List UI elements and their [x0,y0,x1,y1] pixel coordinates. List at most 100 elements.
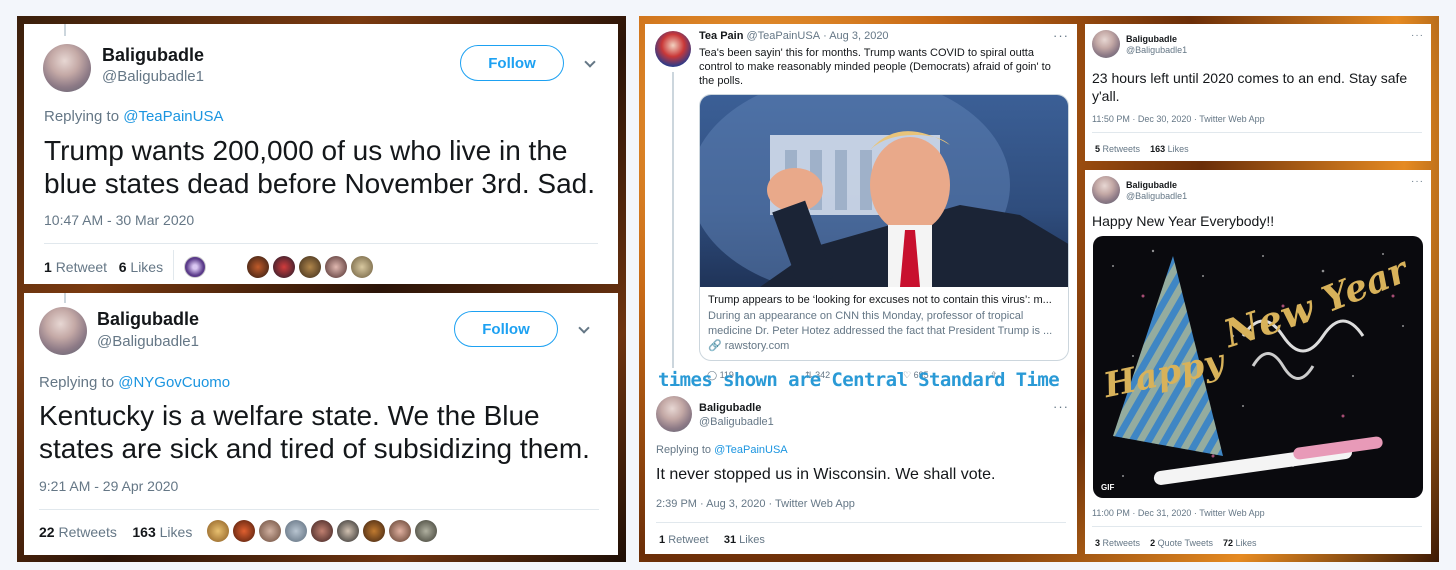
link-icon: 🔗 [708,340,722,352]
divider [656,522,1066,523]
like-count[interactable]: 72 [1223,538,1233,548]
link-card-domain-text: rawstory.com [724,340,790,352]
like-count[interactable]: 31 [724,534,736,546]
tweet-stats: 1 Retweet 6 Likes [44,259,163,275]
more-options-icon[interactable]: ··· [1411,30,1424,41]
liker-avatar[interactable] [273,256,295,278]
author-handle[interactable]: @TeaPainUSA [747,30,821,42]
author-handle[interactable]: @Baligubadle1 [699,416,774,428]
tweet-meta[interactable]: 11:50 PM · Dec 30, 2020 · Twitter Web Ap… [1092,114,1265,124]
avatar[interactable] [655,31,691,67]
chevron-down-icon[interactable] [584,56,596,68]
tweet-stats: 1 Retweet 31 Likes [659,534,765,546]
author-handle[interactable]: @Baligubadle1 [102,68,204,85]
retweet-count[interactable]: 22 [39,524,55,540]
retweet-label[interactable]: Retweets [1103,144,1141,154]
author-handle[interactable]: @Baligubadle1 [1126,45,1187,55]
like-label[interactable]: Likes [1236,538,1257,548]
author-name[interactable]: Baligubadle [102,45,204,66]
liker-avatar[interactable] [363,520,385,542]
tweet-timestamp[interactable]: 9:21 AM - 29 Apr 2020 [39,478,178,494]
tweet-text: Tea's been sayin' this for months. Trump… [699,47,1051,87]
gif-badge: GIF [1101,483,1115,492]
more-options-icon[interactable]: ··· [1053,28,1069,43]
liker-avatar[interactable] [233,520,255,542]
liker-avatar[interactable] [351,256,373,278]
avatar[interactable] [43,44,91,92]
chevron-down-icon[interactable] [578,322,590,334]
liker-avatar[interactable] [415,520,437,542]
tweet-card-4: Baligubadle @Baligubadle1 ··· 23 hours l… [1085,24,1431,161]
like-label[interactable]: Likes [130,259,163,275]
author-handle[interactable]: @Baligubadle1 [1126,191,1187,201]
avatar[interactable] [656,396,692,432]
divider [1092,526,1422,527]
like-count[interactable]: 163 [132,524,155,540]
like-count[interactable]: 6 [119,259,127,275]
liker-avatar[interactable] [311,520,333,542]
liker-avatar[interactable] [325,256,347,278]
author-name[interactable]: Baligubadle [1126,34,1177,44]
like-count[interactable]: 163 [1150,144,1165,154]
divider [1092,132,1422,133]
avatar[interactable] [1092,30,1120,58]
tweet-date[interactable]: · Aug 3, 2020 [823,30,888,42]
liker-avatar[interactable] [337,520,359,542]
more-options-icon[interactable]: ··· [1053,399,1069,414]
article-photo [700,95,1068,287]
author-name-text[interactable]: Tea Pain [699,30,743,42]
avatar[interactable] [1092,176,1120,204]
avatar[interactable] [39,307,87,355]
link-card-domain[interactable]: 🔗 rawstory.com [708,339,789,352]
liker-avatar[interactable] [207,520,229,542]
divider [44,243,598,244]
retweet-count[interactable]: 5 [1095,144,1100,154]
replying-to-link[interactable]: @TeaPainUSA [714,444,788,456]
like-label[interactable]: Likes [1168,144,1189,154]
like-label[interactable]: Likes [739,534,765,546]
liker-avatar[interactable] [285,520,307,542]
tweet-meta[interactable]: 11:00 PM · Dec 31, 2020 · Twitter Web Ap… [1092,508,1265,518]
tweet-text: It never stopped us in Wisconsin. We sha… [656,466,996,483]
retweet-label[interactable]: Retweets [1103,538,1141,548]
replying-to-link[interactable]: @TeaPainUSA [123,108,223,125]
follow-button[interactable]: Follow [460,45,564,81]
author-name[interactable]: Baligubadle [1126,180,1177,190]
gif-media[interactable]: Happy New Year GIF [1093,236,1423,498]
replying-prefix: Replying to [656,444,712,456]
quote-count[interactable]: 2 [1150,538,1155,548]
retweet-count[interactable]: 1 [659,534,665,546]
link-preview-card[interactable]: Trump appears to be ‘looking for excuses… [699,94,1069,361]
link-card-title[interactable]: Trump appears to be ‘looking for excuses… [708,294,1064,306]
tweet-card-5: Baligubadle @Baligubadle1 ··· Happy New … [1085,170,1431,554]
liker-avatar[interactable] [184,256,206,278]
retweet-label[interactable]: Retweets [58,524,116,540]
author-name[interactable]: Baligubadle [699,402,761,414]
tweet-text: Kentucky is a welfare state. We the Blue… [39,400,590,464]
tweet-card-1: Baligubadle @Baligubadle1 Follow Replyin… [24,24,618,284]
divider [39,509,599,510]
tweet-stats: 22 Retweets 163 Likes [39,524,192,540]
replying-prefix: Replying to [44,108,120,125]
retweet-count[interactable]: 1 [44,259,52,275]
quote-label[interactable]: Quote Tweets [1158,538,1213,548]
tweet-text: Happy New Year Everybody!! [1092,213,1275,229]
replying-to-link[interactable]: @NYGovCuomo [118,374,230,391]
replying-to: Replying to @NYGovCuomo [39,374,230,391]
tweet-meta[interactable]: 2:39 PM · Aug 3, 2020 · Twitter Web App [656,498,855,510]
retweet-label[interactable]: Retweet [668,534,708,546]
liker-avatar[interactable] [299,256,321,278]
like-label[interactable]: Likes [160,524,193,540]
retweet-label[interactable]: Retweet [56,259,107,275]
tweet-timestamp[interactable]: 10:47 AM - 30 Mar 2020 [44,212,194,228]
liker-avatars [247,256,373,278]
author-name[interactable]: Baligubadle [97,309,199,330]
liker-avatar[interactable] [247,256,269,278]
liker-avatar[interactable] [389,520,411,542]
retweet-count[interactable]: 3 [1095,538,1100,548]
thread-line [64,293,66,303]
more-options-icon[interactable]: ··· [1411,176,1424,187]
liker-avatar[interactable] [259,520,281,542]
author-handle[interactable]: @Baligubadle1 [97,333,199,350]
follow-button[interactable]: Follow [454,311,558,347]
